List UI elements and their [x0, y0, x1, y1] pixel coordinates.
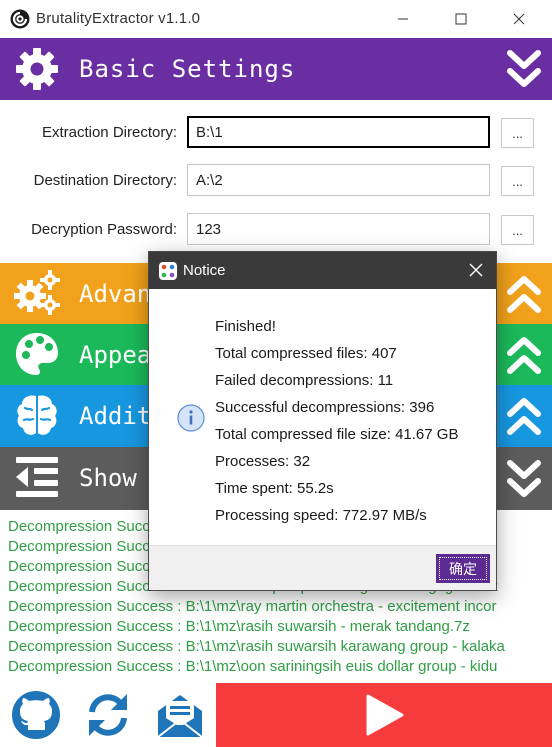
decryption-password-input[interactable]	[187, 213, 490, 245]
close-icon	[513, 13, 525, 25]
outdent-icon	[16, 457, 58, 497]
maximize-button[interactable]	[438, 0, 484, 38]
log-line: Decompression Success : B:\1\mz\ray mart…	[8, 598, 497, 615]
message-successful: Successful decompressions: 396	[215, 399, 435, 416]
extraction-browse-button[interactable]: ...	[501, 118, 534, 148]
dialog-title: Notice	[183, 262, 226, 279]
decryption-password-label: Decryption Password:	[31, 221, 177, 238]
bottom-toolbar	[0, 683, 552, 747]
maximize-icon	[455, 13, 467, 25]
info-icon	[177, 404, 205, 432]
dialog-body: Finished! Total compressed files: 407 Fa…	[149, 289, 496, 545]
section-basic-settings[interactable]: Basic Settings	[0, 38, 552, 100]
chevron-double-up-icon[interactable]	[504, 394, 544, 438]
dialog-message: Finished! Total compressed files: 407 Fa…	[215, 313, 458, 529]
close-button[interactable]	[496, 0, 542, 38]
palette-icon	[16, 333, 58, 375]
section-title-show: Show	[79, 464, 137, 492]
message-processes: Processes: 32	[215, 453, 311, 470]
log-line: Decompression Success : B:\1\mz\oon sari…	[8, 658, 498, 675]
minimize-button[interactable]	[380, 0, 426, 38]
destination-directory-label: Destination Directory:	[33, 172, 177, 189]
window-title: BrutalityExtractor v1.1.0	[36, 10, 201, 27]
gear-icon	[16, 48, 58, 90]
github-button[interactable]	[0, 683, 72, 747]
section-title-basic: Basic Settings	[79, 55, 296, 83]
log-line: Decompression Success : B:\1\mz\rasih su…	[8, 618, 470, 635]
extraction-directory-label: Extraction Directory:	[41, 124, 177, 141]
mail-button[interactable]	[144, 683, 216, 747]
gears-icon	[14, 270, 60, 315]
dialog-titlebar: Notice	[149, 252, 496, 289]
message-total-size: Total compressed file size: 41.67 GB	[215, 426, 459, 443]
dialog-footer: 确定	[149, 545, 496, 590]
sync-button[interactable]	[72, 683, 144, 747]
chevron-double-down-icon[interactable]	[504, 457, 544, 501]
sync-icon	[89, 694, 127, 736]
destination-directory-input[interactable]	[187, 164, 490, 196]
app-logo-icon	[10, 9, 30, 29]
chevron-double-up-icon[interactable]	[504, 272, 544, 316]
dialog-app-icon	[159, 262, 177, 280]
brain-icon	[17, 395, 57, 435]
section-title-appearance: Appea	[79, 341, 152, 369]
mail-icon	[157, 695, 203, 738]
github-icon	[12, 691, 60, 739]
minimize-icon	[398, 18, 408, 20]
notice-dialog: Notice Finished! Total compressed files:…	[148, 251, 497, 591]
destination-directory-row: Destination Directory: ...	[0, 164, 552, 198]
section-title-additional: Addit	[79, 402, 152, 430]
chevron-double-up-icon[interactable]	[504, 333, 544, 377]
section-title-advanced: Advan	[79, 280, 152, 308]
message-total-files: Total compressed files: 407	[215, 345, 397, 362]
decryption-password-row: Decryption Password: ...	[0, 213, 552, 247]
ok-button[interactable]: 确定	[436, 554, 490, 583]
window-titlebar: BrutalityExtractor v1.1.0	[0, 0, 552, 38]
close-icon	[469, 263, 483, 277]
start-button[interactable]	[216, 683, 552, 747]
message-finished: Finished!	[215, 318, 276, 335]
password-browse-button[interactable]: ...	[501, 215, 534, 245]
extraction-directory-row: Extraction Directory: ...	[0, 116, 552, 150]
message-time-spent: Time spent: 55.2s	[215, 480, 334, 497]
log-line: Decompression Success : B:\1\mz\rasih su…	[8, 638, 505, 655]
play-icon	[366, 694, 404, 736]
destination-browse-button[interactable]: ...	[501, 166, 534, 196]
dialog-close-button[interactable]	[464, 258, 488, 282]
message-speed: Processing speed: 772.97 MB/s	[215, 507, 427, 524]
message-failed: Failed decompressions: 11	[215, 372, 394, 389]
extraction-directory-input[interactable]	[187, 116, 490, 148]
chevron-double-down-icon[interactable]	[504, 47, 544, 91]
